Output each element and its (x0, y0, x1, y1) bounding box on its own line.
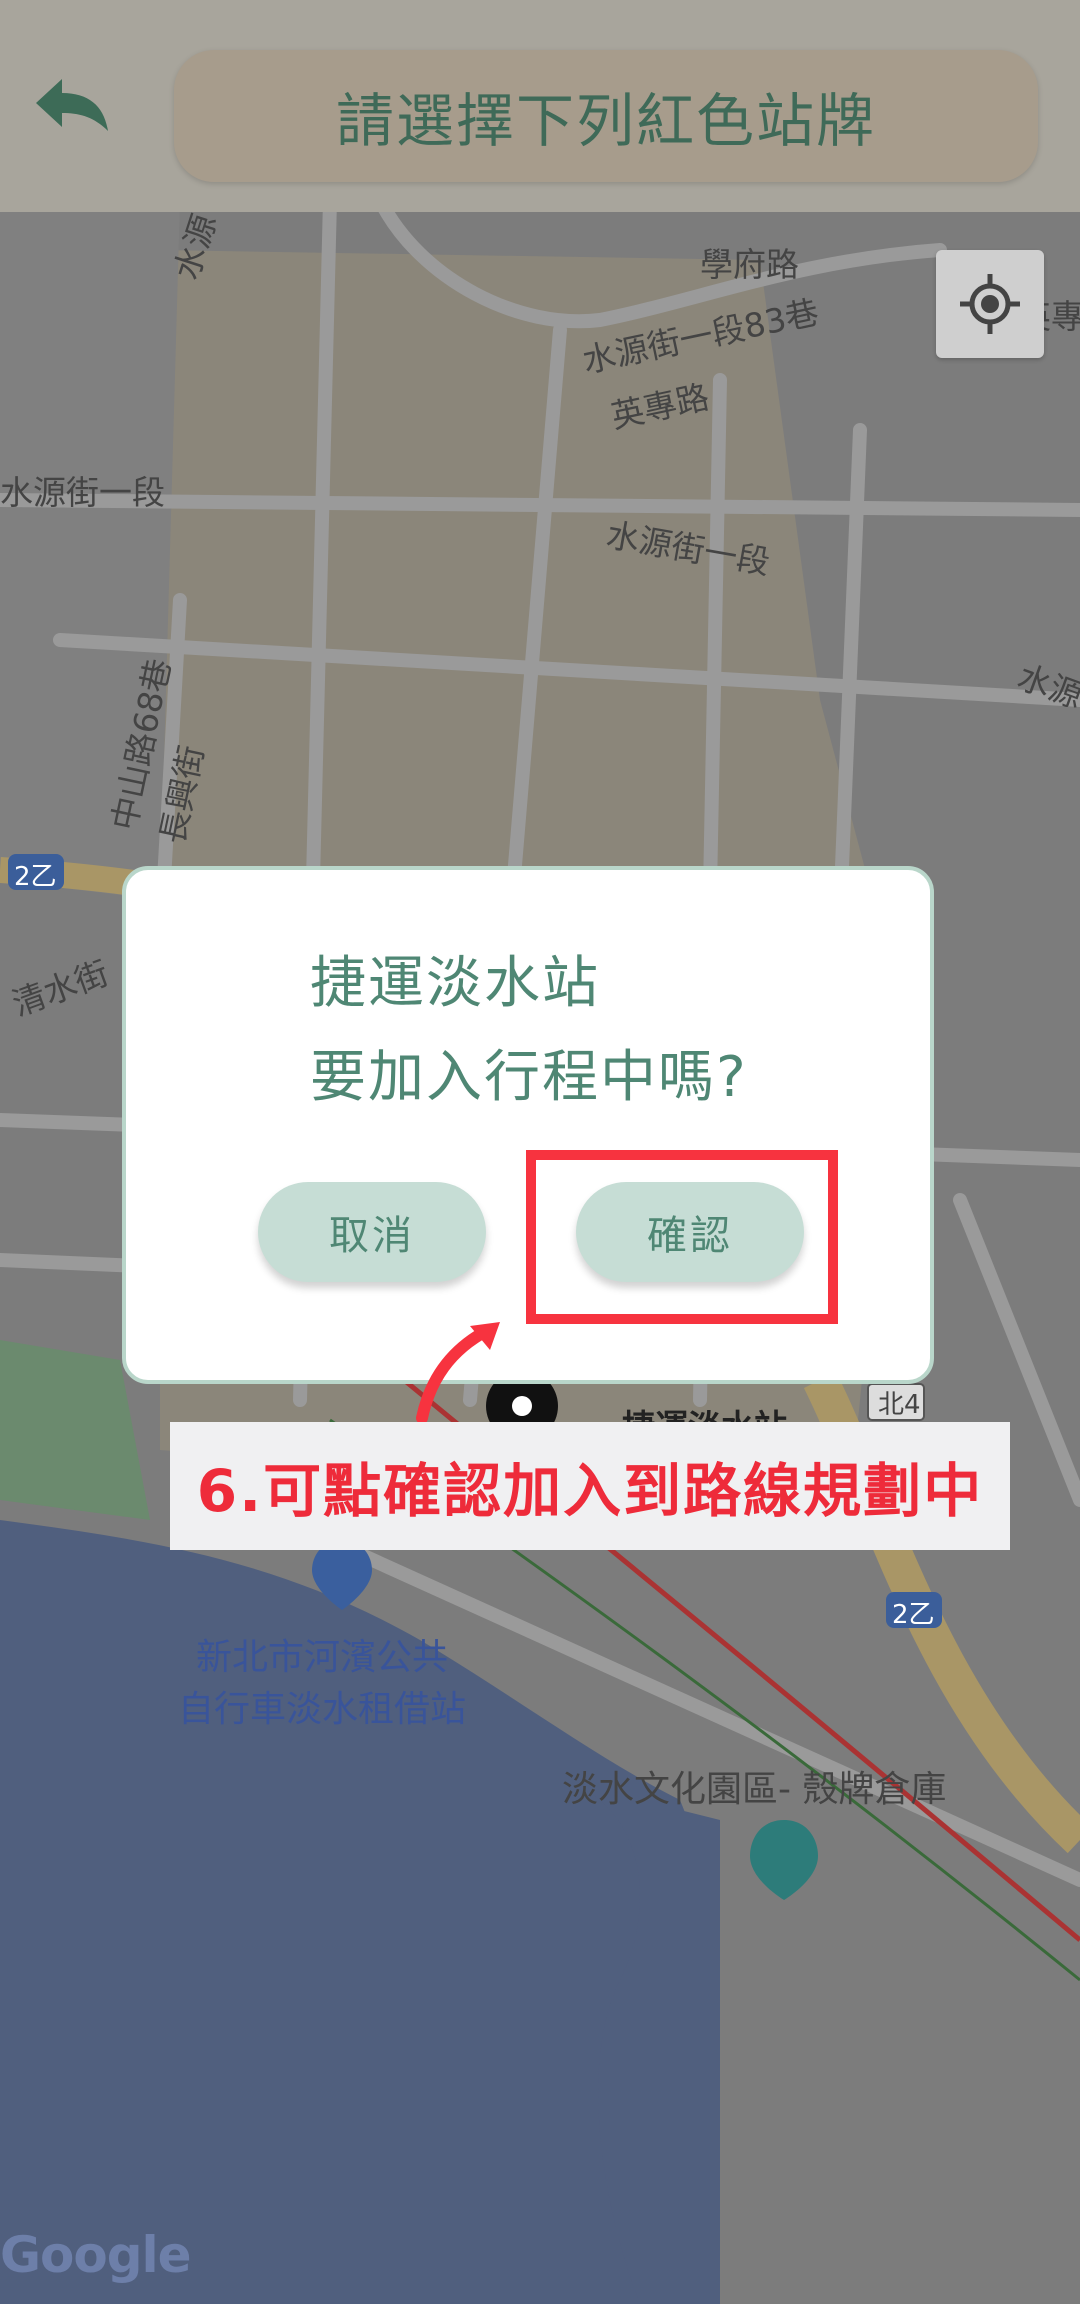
cancel-button-label: 取消 (329, 1213, 415, 1259)
google-logo: Google (0, 2226, 192, 2284)
map-label-culture-park: 淡水文化園區- 殼牌倉庫 (562, 1769, 947, 1810)
dialog-question: 要加入行程中嗎? (310, 1045, 748, 1110)
tutorial-annotation-text: 6.可點確認加入到路線規劃中 (196, 1457, 984, 1525)
map-label-xuefu-rd: 學府路 (700, 245, 799, 284)
my-location-button[interactable] (936, 250, 1044, 358)
dialog-station-name: 捷運淡水站 (310, 951, 600, 1016)
map-label-bei4: 北4 (878, 1390, 921, 1420)
map-label-shuiyuan-left: 水源街一段 (0, 473, 165, 512)
top-bar: 請選擇下列紅色站牌 (0, 0, 1080, 212)
highlight-box (526, 1150, 838, 1324)
map-route-2yi-left: 2乙 (14, 862, 57, 892)
crosshair-locate-icon (960, 274, 1020, 334)
back-button[interactable] (22, 60, 122, 150)
page-title: 請選擇下列紅色站牌 (335, 87, 876, 155)
page-title-pill: 請選擇下列紅色站牌 (174, 50, 1038, 182)
tutorial-annotation: 6.可點確認加入到路線規劃中 (170, 1422, 1010, 1550)
pointer-arrow-icon (416, 1322, 500, 1424)
map-label-bike-line1: 新北市河濱公共 (196, 1637, 449, 1678)
map-label-bike-line2: 自行車淡水租借站 (178, 1689, 467, 1730)
back-arrow-icon (36, 79, 108, 131)
map-route-2yi-right: 2乙 (892, 1600, 935, 1630)
cancel-button[interactable]: 取消 (258, 1182, 486, 1282)
